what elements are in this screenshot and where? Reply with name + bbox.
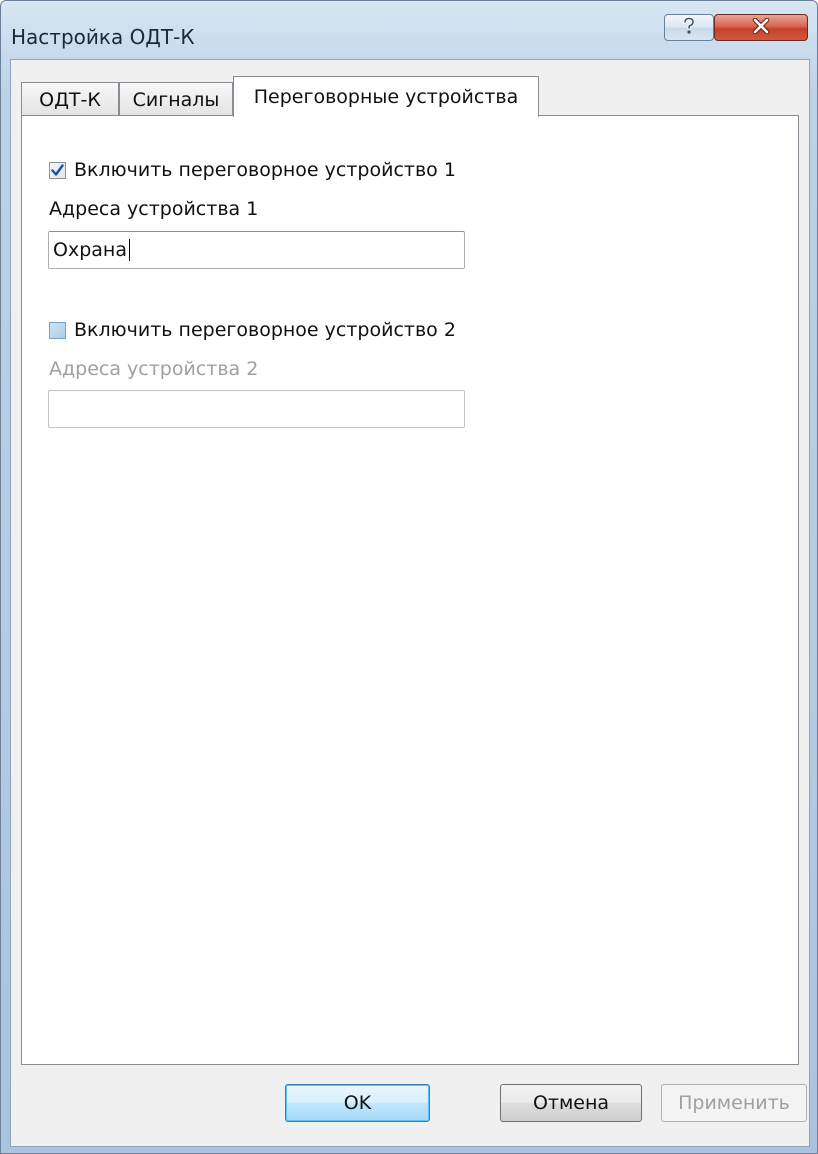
text-caret [129, 239, 130, 261]
help-button[interactable] [664, 14, 714, 41]
intercom2-enable-checkbox[interactable] [49, 321, 66, 339]
cancel-button[interactable]: Отмена [500, 1084, 642, 1122]
close-button[interactable] [714, 14, 808, 41]
intercom2-enable-row[interactable]: Включить переговорное устройство 2 [49, 319, 456, 341]
intercom1-enable-label[interactable]: Включить переговорное устройство 1 [74, 159, 456, 181]
tab-odt-k[interactable]: ОДТ-К [21, 82, 119, 116]
title-bar[interactable]: Настройка ОДТ-К [1, 1, 817, 59]
question-mark-icon [681, 16, 697, 39]
intercom1-address-label: Адреса устройства 1 [49, 198, 259, 220]
ok-button[interactable]: OK [285, 1084, 430, 1122]
intercom2-address-label: Адреса устройства 2 [49, 358, 259, 380]
intercom1-enable-checkbox[interactable] [49, 161, 66, 179]
intercoms-tab-panel: Включить переговорное устройство 1 Адрес… [21, 115, 799, 1065]
checkmark-icon [51, 163, 64, 176]
intercom2-enable-label[interactable]: Включить переговорное устройство 2 [74, 319, 456, 341]
tab-intercoms[interactable]: Переговорные устройства [233, 76, 539, 117]
tab-signals[interactable]: Сигналы [119, 82, 233, 116]
close-x-icon [752, 17, 770, 38]
tab-strip: ОДТ-К Сигналы Переговорные устройства [21, 76, 801, 117]
settings-dialog-window: Настройка ОДТ-К ОДТ-К Сигналы Переговорн… [0, 0, 818, 1154]
dialog-client-area: ОДТ-К Сигналы Переговорные устройства Вк… [10, 59, 810, 1147]
intercom2-address-input[interactable] [48, 390, 465, 428]
intercom1-address-input[interactable] [48, 231, 465, 269]
apply-button[interactable]: Применить [661, 1084, 807, 1122]
intercom1-enable-row[interactable]: Включить переговорное устройство 1 [49, 159, 456, 181]
window-title: Настройка ОДТ-К [11, 25, 195, 49]
